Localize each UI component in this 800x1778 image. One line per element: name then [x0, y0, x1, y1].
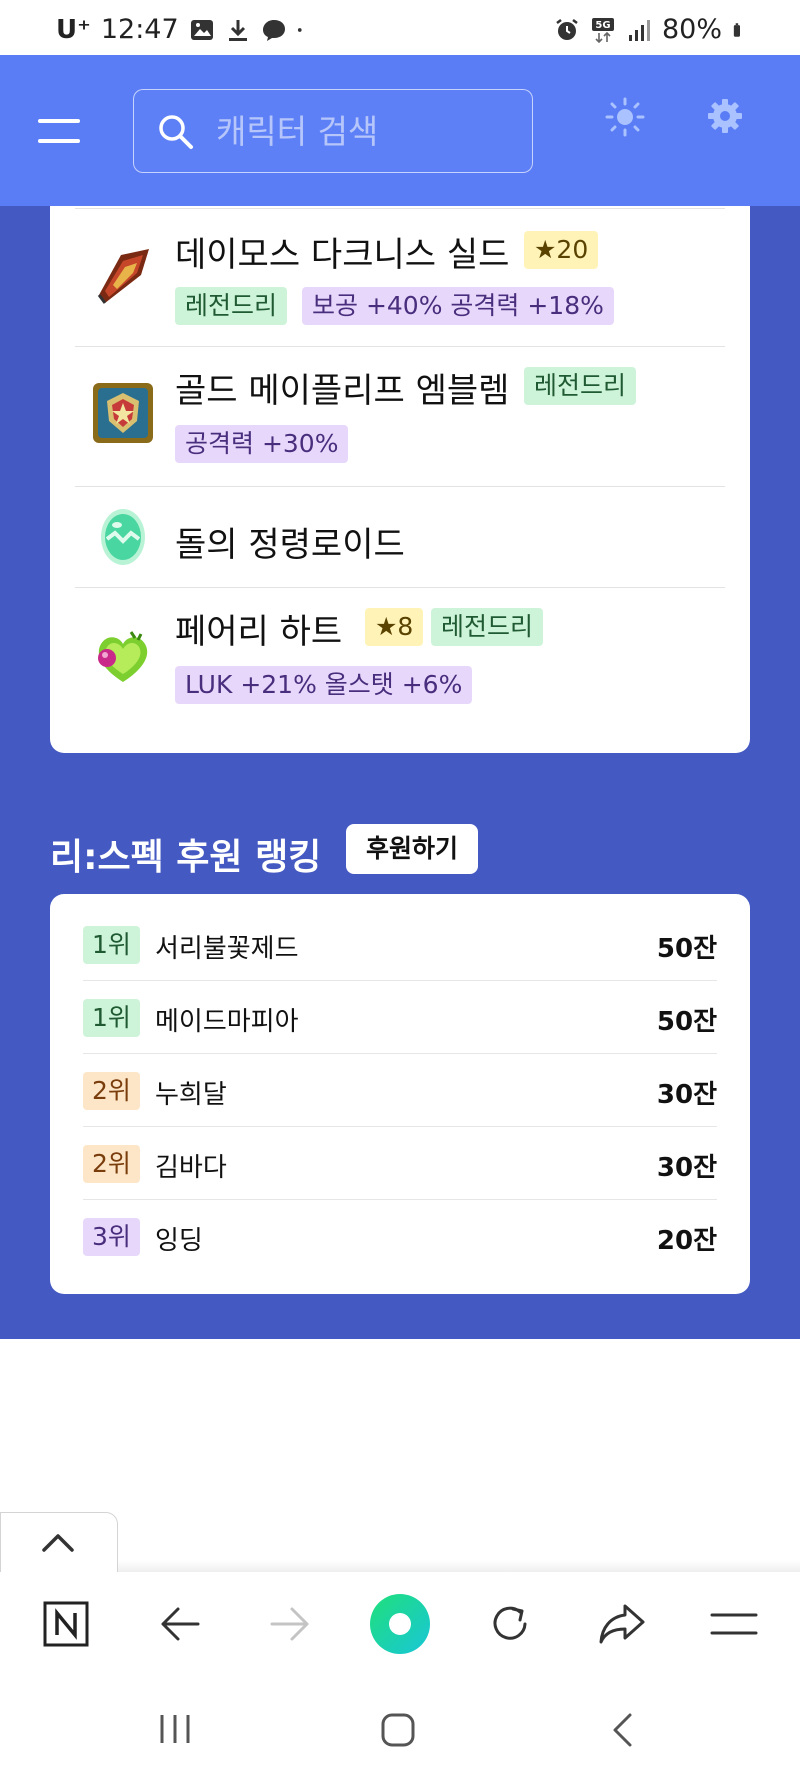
grade-badge: 레전드리: [524, 367, 637, 405]
gear-icon[interactable]: [706, 97, 744, 135]
messenger-icon: [262, 19, 285, 41]
ranking-row: 1위 서리불꽃제드 50잔: [83, 908, 717, 981]
donor-name: 메이드마피아: [155, 1007, 299, 1037]
app-header: [0, 55, 800, 206]
ranking-row: 3위 잉딩 20잔: [83, 1200, 717, 1273]
search-box[interactable]: [133, 89, 533, 173]
item-name: 페어리 하트: [175, 612, 343, 652]
star-count: 8: [397, 612, 414, 641]
dot-icon: [297, 27, 302, 32]
android-item-icon: [101, 509, 145, 565]
ranking-title: 리:스펙 후원 랭킹: [50, 837, 322, 878]
sun-icon[interactable]: [604, 96, 646, 138]
refresh-icon: [493, 1606, 527, 1640]
rank-badge: 2위: [83, 1072, 140, 1110]
naver-home-button[interactable]: [36, 1594, 96, 1654]
donor-name: 서리불꽃제드: [155, 934, 299, 964]
forward-arrow-icon: [270, 1607, 309, 1641]
search-input[interactable]: [216, 108, 516, 154]
donation-count: 50잔: [656, 934, 717, 964]
stat-badge: 공격력 +30%: [175, 425, 349, 463]
home-icon[interactable]: [380, 1712, 416, 1748]
menu-lines-icon: [710, 1613, 758, 1635]
stat-badge: LUK +21% 올스탯 +6%: [175, 666, 473, 704]
browser-toolbar: [0, 1572, 800, 1682]
share-button[interactable]: [592, 1594, 652, 1654]
main-content: 데이모스 다크니스 실드 ★20 레전드리 보공 +40% 공격력 +18% 골…: [0, 206, 800, 1339]
ranking-row: 2위 김바다 30잔: [83, 1127, 717, 1200]
donate-button[interactable]: 후원하기: [346, 824, 478, 874]
search-icon: [159, 115, 193, 149]
equipment-item[interactable]: 골드 메이플리프 엠블렘 레전드리 공격력 +30%: [75, 347, 725, 487]
donation-count: 50잔: [656, 1007, 717, 1037]
star-badge: ★8: [365, 608, 424, 646]
grade-badge: 레전드리: [431, 608, 544, 646]
hamburger-menu-button[interactable]: [38, 119, 80, 143]
equipment-item[interactable]: 페어리 하트 ★8 레전드리 LUK +21% 올스탯 +6%: [75, 588, 725, 728]
ranking-row: 1위 메이드마피아 50잔: [83, 981, 717, 1054]
system-navigation-bar: [0, 1682, 800, 1778]
battery-percent: 80%: [661, 14, 722, 45]
donor-name: 누희달: [155, 1080, 227, 1110]
refresh-button[interactable]: [480, 1594, 540, 1654]
equipment-card: 데이모스 다크니스 실드 ★20 레전드리 보공 +40% 공격력 +18% 골…: [50, 206, 750, 753]
green-ball-button[interactable]: [368, 1592, 432, 1656]
back-icon[interactable]: [610, 1712, 634, 1748]
share-icon: [599, 1604, 645, 1644]
download-icon: [228, 19, 247, 41]
signal-icon: [628, 19, 650, 41]
item-name: 돌의 정령로이드: [175, 525, 405, 565]
battery-icon: [733, 22, 740, 37]
rank-badge: 3위: [83, 1218, 140, 1256]
emblem-item-icon: [93, 383, 153, 443]
back-arrow-icon: [161, 1607, 200, 1641]
rank-badge: 1위: [83, 926, 140, 964]
forward-button[interactable]: [260, 1594, 320, 1654]
stat-badge: 보공 +40% 공격력 +18%: [302, 287, 614, 325]
ranking-card: 1위 서리불꽃제드 50잔 1위 메이드마피아 50잔 2위 누희달 30잔 2…: [50, 894, 750, 1294]
green-ball-icon: [370, 1594, 430, 1654]
recent-apps-icon[interactable]: [158, 1712, 192, 1746]
shield-item-icon: [97, 249, 149, 304]
item-name: 데이모스 다크니스 실드: [175, 235, 510, 275]
alarm-icon: [556, 18, 578, 40]
donor-name: 김바다: [155, 1153, 227, 1183]
network-label: 5G: [595, 20, 610, 31]
menu-line: [38, 119, 80, 123]
rank-badge: 1위: [83, 999, 140, 1037]
browser-menu-button[interactable]: [704, 1594, 764, 1654]
star-badge: ★20: [524, 231, 599, 269]
heart-item-icon: [98, 631, 148, 682]
chevron-up-icon: [42, 1534, 74, 1552]
donation-count: 20잔: [656, 1226, 717, 1256]
back-button[interactable]: [150, 1594, 210, 1654]
collapse-toolbar-tab[interactable]: [0, 1512, 118, 1574]
clock: 12:47: [100, 14, 179, 45]
status-bar: U⁺ 12:47 5G 80%: [0, 0, 800, 55]
rank-badge: 2위: [83, 1145, 140, 1183]
equipment-item[interactable]: 데이모스 다크니스 실드 ★20 레전드리 보공 +40% 공격력 +18%: [75, 209, 725, 347]
star-count: 20: [556, 235, 589, 264]
ranking-row: 2위 누희달 30잔: [83, 1054, 717, 1127]
donation-count: 30잔: [656, 1080, 717, 1110]
menu-line: [38, 139, 80, 143]
donation-count: 30잔: [656, 1153, 717, 1183]
donor-name: 잉딩: [155, 1226, 203, 1256]
grade-badge: 레전드리: [175, 287, 288, 325]
carrier-label: U⁺: [56, 14, 91, 45]
equipment-item[interactable]: 돌의 정령로이드: [75, 487, 725, 588]
gallery-icon: [190, 19, 213, 40]
item-name: 골드 메이플리프 엠블렘: [175, 371, 510, 411]
naver-home-icon: [43, 1601, 89, 1647]
network-5g-icon: 5G: [591, 17, 614, 43]
